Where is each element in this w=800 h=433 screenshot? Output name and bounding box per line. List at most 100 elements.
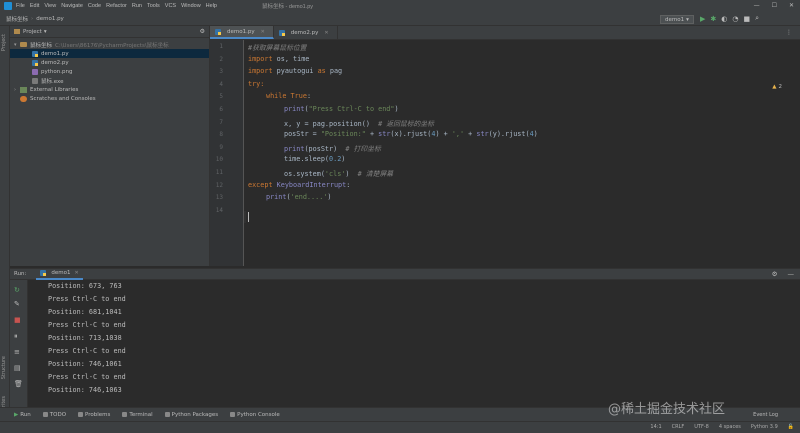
menu-view[interactable]: View	[44, 3, 56, 9]
builtin-token: print	[284, 144, 305, 153]
toolwindow-label: Problems	[85, 411, 111, 418]
line-number: 8	[219, 131, 223, 139]
wrench-icon[interactable]: ✎	[14, 300, 20, 308]
tab-demo2[interactable]: demo2.py ✕	[274, 26, 338, 39]
close-icon[interactable]: ✕	[789, 2, 794, 9]
number-token: 0.2	[329, 155, 342, 164]
line-number: 4	[219, 80, 223, 88]
menu-window[interactable]: Window	[181, 3, 201, 9]
line-separator[interactable]: CRLF	[672, 424, 685, 430]
console-line: Position: 681,1041	[48, 308, 122, 316]
menu-tools[interactable]: Tools	[147, 3, 160, 9]
hide-icon[interactable]: —	[788, 270, 795, 278]
line-number: 6	[219, 106, 223, 113]
gear-icon[interactable]: ⚙	[772, 270, 778, 278]
comment-token: # 返回鼠标的坐标	[378, 119, 434, 128]
python-file-icon	[32, 50, 38, 57]
close-icon[interactable]: ✕	[75, 270, 79, 276]
navigation-bar: 鼠标坐标 › demo1.py demo1 ▾ ▶ ✱ ◐ ◔ ■ ⌕	[0, 12, 800, 26]
menu-code[interactable]: Code	[88, 3, 101, 9]
toolwindow-run[interactable]: ▶ Run	[14, 412, 31, 418]
left-tool-stripe: Project Structure Favorites	[0, 26, 10, 419]
code-editor[interactable]: #获取屏幕鼠标位置 import os, time import pyautog…	[246, 40, 800, 266]
project-tool-button[interactable]: Project	[1, 34, 7, 51]
structure-tool-button[interactable]: Structure	[1, 356, 7, 379]
breadcrumb-file[interactable]: demo1.py	[36, 16, 64, 22]
menu-edit[interactable]: Edit	[30, 3, 39, 9]
tree-file-png[interactable]: python.png	[10, 67, 209, 76]
python-interpreter[interactable]: Python 3.9	[751, 424, 778, 430]
maximize-icon[interactable]: ☐	[772, 2, 777, 9]
rerun-icon[interactable]: ↻	[14, 286, 20, 294]
tree-file-demo1[interactable]: demo1.py	[10, 49, 209, 58]
debug-icon[interactable]: ✱	[710, 15, 716, 23]
close-icon[interactable]: ✕	[324, 30, 328, 36]
project-panel-title[interactable]: Project	[23, 29, 42, 35]
tree-scratches[interactable]: Scratches and Consoles	[10, 94, 209, 103]
toolwindow-terminal[interactable]: Terminal	[122, 412, 153, 418]
toolwindow-python-packages[interactable]: Python Packages	[164, 412, 218, 418]
tree-root[interactable]: ▾ 鼠标坐标 C:\Users\86176\PycharmProjects\鼠标…	[10, 40, 209, 49]
pause-icon[interactable]: ⏸	[14, 332, 18, 341]
builtin-token: KeyboardInterrupt	[272, 180, 347, 189]
tree-external-libraries[interactable]: › External Libraries	[10, 85, 209, 94]
more-tabs-icon[interactable]: ⋮	[786, 29, 792, 36]
trash-icon[interactable]: 🗑	[14, 380, 23, 388]
soft-wrap-icon[interactable]: ≡	[14, 348, 20, 356]
stop-icon[interactable]: ■	[14, 316, 21, 324]
code-token: os, time	[272, 54, 310, 63]
line-number: 2	[219, 55, 223, 63]
tab-demo1[interactable]: demo1.py ✕	[210, 26, 274, 39]
menu-navigate[interactable]: Navigate	[61, 3, 83, 9]
menu-bar: File Edit View Navigate Code Refactor Ru…	[0, 0, 800, 12]
tree-file-exe[interactable]: 鼠标.exe	[10, 76, 209, 85]
comment-token: #获取屏幕鼠标位置	[248, 44, 307, 52]
minimize-icon[interactable]: —	[754, 2, 760, 9]
pycharm-logo-icon	[4, 2, 12, 10]
breadcrumb-project[interactable]: 鼠标坐标	[6, 15, 28, 23]
coverage-icon[interactable]: ◐	[721, 15, 727, 23]
project-panel-header: Project ▾ ⚙	[10, 26, 209, 38]
chevron-down-icon[interactable]: ▾	[44, 29, 47, 35]
code-token: posStr =	[284, 130, 321, 139]
line-number: 3	[219, 68, 223, 76]
code-line-11: os.system('cls') # 清楚屏幕	[284, 168, 393, 181]
tree-file-demo2[interactable]: demo2.py	[10, 58, 209, 67]
menu-help[interactable]: Help	[206, 3, 217, 9]
menu-run[interactable]: Run	[132, 3, 142, 9]
search-icon[interactable]: ⌕	[755, 14, 759, 23]
code-line-13: print('end....')	[266, 193, 332, 202]
toolwindow-problems[interactable]: Problems	[78, 412, 110, 418]
caret-position[interactable]: 14:1	[650, 424, 661, 430]
run-icon[interactable]: ▶	[700, 15, 705, 23]
toolwindow-label: TODO	[49, 411, 67, 418]
file-encoding[interactable]: UTF-8	[694, 424, 709, 430]
folder-small-icon	[14, 29, 20, 34]
run-tab-demo1[interactable]: demo1 ✕	[36, 269, 83, 280]
run-configuration-select[interactable]: demo1 ▾	[660, 15, 694, 24]
python-console-icon	[230, 412, 236, 417]
menu-vcs[interactable]: VCS	[165, 3, 176, 9]
menu-file[interactable]: File	[16, 3, 25, 9]
menu-refactor[interactable]: Refactor	[106, 3, 127, 9]
gear-icon[interactable]: ⚙	[200, 28, 205, 35]
stop-icon[interactable]: ■	[743, 15, 750, 23]
event-log-button[interactable]: Event Log	[753, 412, 778, 418]
indent-setting[interactable]: 4 spaces	[719, 424, 741, 430]
line-number: 11	[215, 169, 223, 176]
toolwindow-python-console[interactable]: Python Console	[230, 412, 280, 418]
console-line: Press Ctrl-C to end	[48, 347, 126, 355]
inspection-widget[interactable]: ▲ 2	[772, 84, 782, 90]
lock-icon[interactable]: 🔓	[788, 424, 794, 430]
print-icon[interactable]: ▤	[14, 364, 21, 372]
profile-icon[interactable]: ◔	[732, 15, 738, 23]
close-icon[interactable]: ✕	[261, 29, 265, 35]
keyword-token: import	[248, 67, 273, 76]
terminal-icon	[122, 412, 128, 417]
code-token: )	[533, 130, 538, 139]
line-number: 9	[219, 143, 223, 151]
console-line: Position: 673, 763	[48, 282, 122, 290]
run-console[interactable]: Position: 673, 763 Press Ctrl-C to end P…	[28, 280, 800, 407]
window-title: 鼠标坐标 - demo1.py	[262, 4, 314, 10]
toolwindow-todo[interactable]: TODO	[42, 411, 67, 418]
